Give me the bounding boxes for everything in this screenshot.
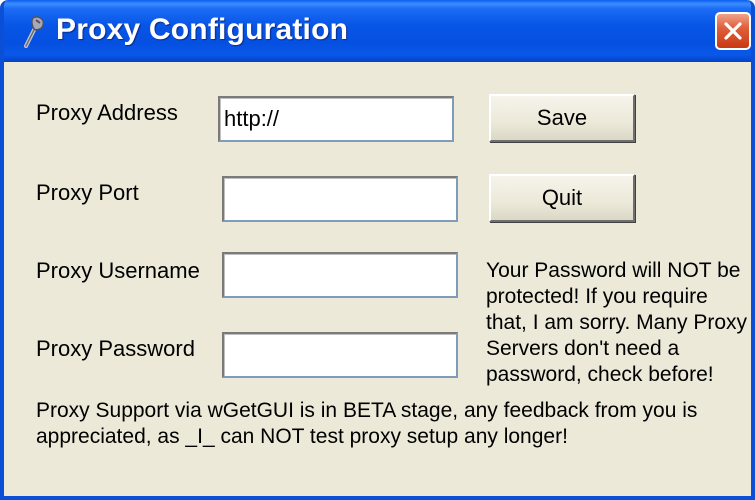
save-button[interactable]: Save bbox=[489, 94, 635, 142]
proxy-username-label: Proxy Username bbox=[36, 258, 200, 283]
quit-button[interactable]: Quit bbox=[489, 174, 635, 222]
close-button[interactable] bbox=[715, 12, 751, 50]
beta-notice-text: Proxy Support via wGetGUI is in BETA sta… bbox=[36, 399, 698, 448]
close-icon bbox=[724, 22, 742, 40]
proxy-port-label: Proxy Port bbox=[36, 180, 139, 205]
proxy-password-label: Proxy Password bbox=[36, 336, 195, 361]
proxy-address-label: Proxy Address bbox=[36, 100, 178, 125]
proxy-port-input[interactable] bbox=[222, 176, 458, 222]
password-warning-text: Your Password will NOT be protected! If … bbox=[486, 259, 748, 386]
dialog-content: Proxy Address Proxy Port Proxy Username … bbox=[4, 62, 751, 496]
wrench-icon bbox=[20, 14, 46, 48]
proxy-address-input[interactable] bbox=[218, 96, 454, 142]
proxy-password-input[interactable] bbox=[222, 332, 458, 378]
proxy-username-input[interactable] bbox=[222, 252, 458, 298]
window-title: Proxy Configuration bbox=[56, 13, 349, 46]
title-bar[interactable]: Proxy Configuration bbox=[4, 0, 751, 62]
proxy-configuration-window: Proxy Configuration Proxy Address Proxy … bbox=[0, 0, 755, 500]
